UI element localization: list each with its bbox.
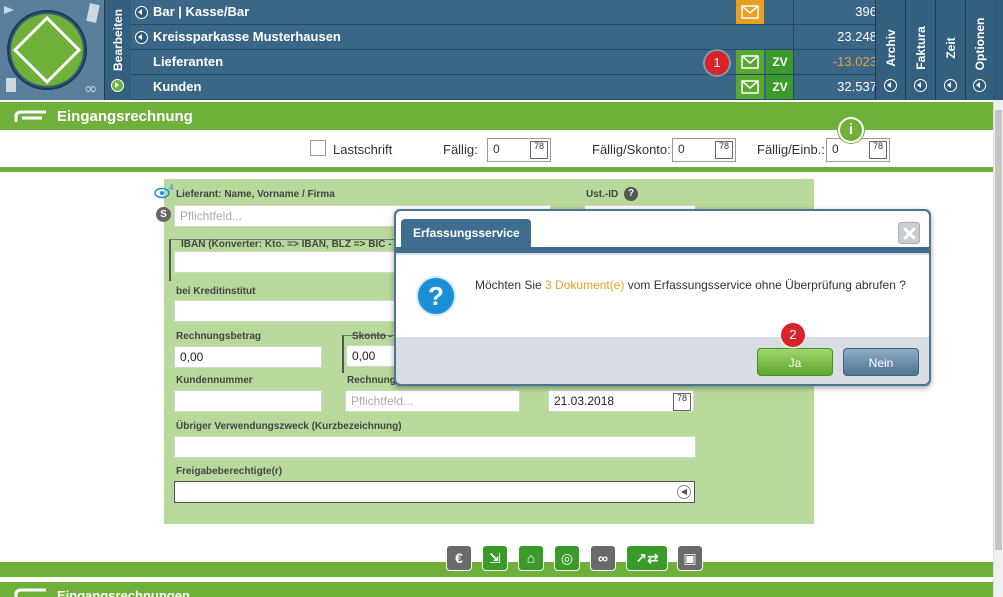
nein-button[interactable]: Nein xyxy=(843,348,919,376)
step-badge-1: 1 xyxy=(705,51,729,75)
lastschrift-label: Lastschrift xyxy=(333,142,393,157)
dialog-titlebar: Erfassungsservice xyxy=(396,211,929,253)
ja-button[interactable]: Ja xyxy=(757,348,833,376)
import-icon[interactable]: ⇲ xyxy=(482,545,508,571)
collapse-icon[interactable] xyxy=(914,79,927,92)
account-row-bar[interactable]: Bar | Kasse/Bar 396,03 xyxy=(131,0,903,25)
collapse-icon[interactable] xyxy=(135,31,148,44)
save-icon[interactable]: ▣ xyxy=(677,545,703,571)
calendar-icon[interactable]: 78 xyxy=(673,393,691,411)
top-header: ∞ Bearbeiten Bar | Kasse/Bar 396,03 Krei… xyxy=(0,0,1003,100)
close-icon[interactable] xyxy=(898,222,920,244)
section-title: Eingangsrechnung xyxy=(57,108,193,125)
collapse-icon[interactable] xyxy=(135,6,148,19)
bottom-section-title: Eingangsrechnungen xyxy=(57,588,190,597)
mail-icon[interactable] xyxy=(736,75,764,99)
zv-button[interactable]: ZV xyxy=(766,75,794,99)
calendar-icon[interactable]: 78 xyxy=(869,141,887,159)
collapse-icon[interactable] xyxy=(884,79,897,92)
tab-faktura[interactable]: Faktura xyxy=(905,0,935,100)
tab-zeit[interactable]: Zeit xyxy=(935,0,965,100)
lastschrift-checkbox[interactable] xyxy=(310,140,326,156)
transfer-icon[interactable]: ↗⇄ xyxy=(626,545,668,571)
info-icon[interactable]: i xyxy=(838,117,864,143)
dropdown-icon[interactable]: ◀ xyxy=(677,485,691,499)
verwendungszweck-input[interactable] xyxy=(174,436,696,458)
faellig-input[interactable]: 0 78 xyxy=(487,138,551,162)
expand-icon[interactable] xyxy=(111,79,124,92)
tab-optionen[interactable]: Optionen xyxy=(965,0,993,100)
collapse-icon[interactable] xyxy=(973,79,986,92)
section-icon xyxy=(14,588,46,597)
rechnungsnummer-input[interactable]: Pflichtfeld... xyxy=(345,390,520,412)
faellig-skonto-input[interactable]: 0 78 xyxy=(672,138,736,162)
vertical-scrollbar[interactable] xyxy=(993,100,1003,597)
question-icon: ? xyxy=(416,276,456,316)
dialog-body: ? Möchten Sie 3 Dokument(e) vom Erfassun… xyxy=(396,255,929,337)
faellig-einb-label: Fällig/Einb.: xyxy=(757,142,825,157)
zv-button[interactable]: ZV xyxy=(766,50,794,74)
erfassungsservice-dialog: Erfassungsservice ? Möchten Sie 3 Dokume… xyxy=(396,211,929,384)
faellig-skonto-label: Fällig/Skonto: xyxy=(592,142,671,157)
svg-text:∞: ∞ xyxy=(84,79,97,98)
account-row-kunden[interactable]: Kunden ZV 32.537,33 xyxy=(131,75,903,100)
mail-icon[interactable] xyxy=(736,0,764,24)
rechnungsbetrag-input[interactable]: 0,00 xyxy=(174,346,322,368)
eye-count: 4 xyxy=(169,183,174,192)
freigabe-select[interactable]: ◀ xyxy=(174,481,695,503)
sidebar-tab-bearbeiten[interactable]: Bearbeiten xyxy=(104,0,131,100)
faellig-label: Fällig: xyxy=(443,142,478,157)
account-row-bank[interactable]: Kreissparkasse Musterhausen 23.248,89 xyxy=(131,25,903,50)
step-badge-2: 2 xyxy=(781,323,805,347)
faellig-einb-input[interactable]: 0 78 xyxy=(826,138,890,162)
collapse-icon[interactable] xyxy=(944,79,957,92)
tab-archiv[interactable]: Archiv xyxy=(875,0,905,100)
dialog-footer: Ja Nein xyxy=(396,337,929,384)
location-icon[interactable]: ◎ xyxy=(554,545,580,571)
dialog-message: Möchten Sie 3 Dokument(e) vom Erfassungs… xyxy=(475,278,906,292)
mail-icon[interactable] xyxy=(736,50,764,74)
logo-diamond-icon: ∞ xyxy=(0,0,104,100)
calendar-icon[interactable]: 78 xyxy=(715,141,733,159)
rechnungsdatum-input[interactable]: 21.03.2018 78 xyxy=(548,390,694,412)
calendar-icon[interactable]: 78 xyxy=(530,141,548,159)
bottom-section-header: Eingangsrechnungen xyxy=(0,582,993,597)
iban-input[interactable] xyxy=(174,251,404,273)
euro-icon[interactable]: € xyxy=(446,545,472,571)
kreditinstitut-input[interactable] xyxy=(174,300,404,322)
app-logo[interactable]: ∞ xyxy=(0,0,104,100)
basket-icon[interactable]: ⌂ xyxy=(518,545,544,571)
dialog-title: Erfassungsservice xyxy=(401,219,531,247)
section-icon xyxy=(14,110,46,122)
infinity-icon[interactable]: ∞ xyxy=(590,545,616,571)
s-icon[interactable]: S xyxy=(156,207,171,222)
account-row-lieferanten[interactable]: Lieferanten ZV -13.023,53 xyxy=(131,50,903,75)
help-icon[interactable]: ? xyxy=(624,187,638,201)
kundennummer-input[interactable] xyxy=(174,390,322,412)
